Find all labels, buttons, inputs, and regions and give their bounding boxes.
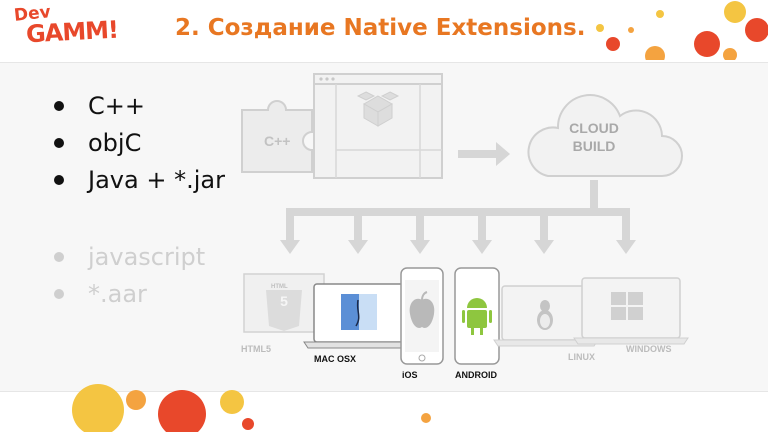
html5-laptop-icon: 5: [243, 273, 325, 333]
cpp-label: C++: [264, 133, 290, 149]
iphone-icon: [400, 267, 444, 365]
platform-android-label: ANDROID: [455, 370, 497, 380]
platform-macosx-label: MAC OSX: [314, 354, 356, 364]
windows-laptop-icon: [573, 277, 689, 345]
build-diagram: C++ CLOUD BUILD 5 HTML HTML5 MAC OSX iOS…: [241, 73, 689, 380]
arrow-right-icon: [458, 142, 510, 166]
platform-windows-label: WINDOWS: [626, 344, 672, 354]
platform-html5-label: HTML5: [241, 344, 271, 354]
editor-window-icon: [313, 73, 443, 179]
svg-text:5: 5: [280, 293, 288, 309]
platform-ios-label: iOS: [402, 370, 418, 380]
cloud-label-line2: BUILD: [573, 138, 616, 154]
platform-linux-label: LINUX: [568, 352, 595, 362]
mac-laptop-icon: [303, 283, 415, 349]
html5-badge: HTML: [271, 284, 288, 290]
cloud-label-line1: CLOUD: [569, 120, 619, 136]
distribution-arrows: [280, 180, 636, 254]
android-phone-icon: [454, 267, 500, 365]
